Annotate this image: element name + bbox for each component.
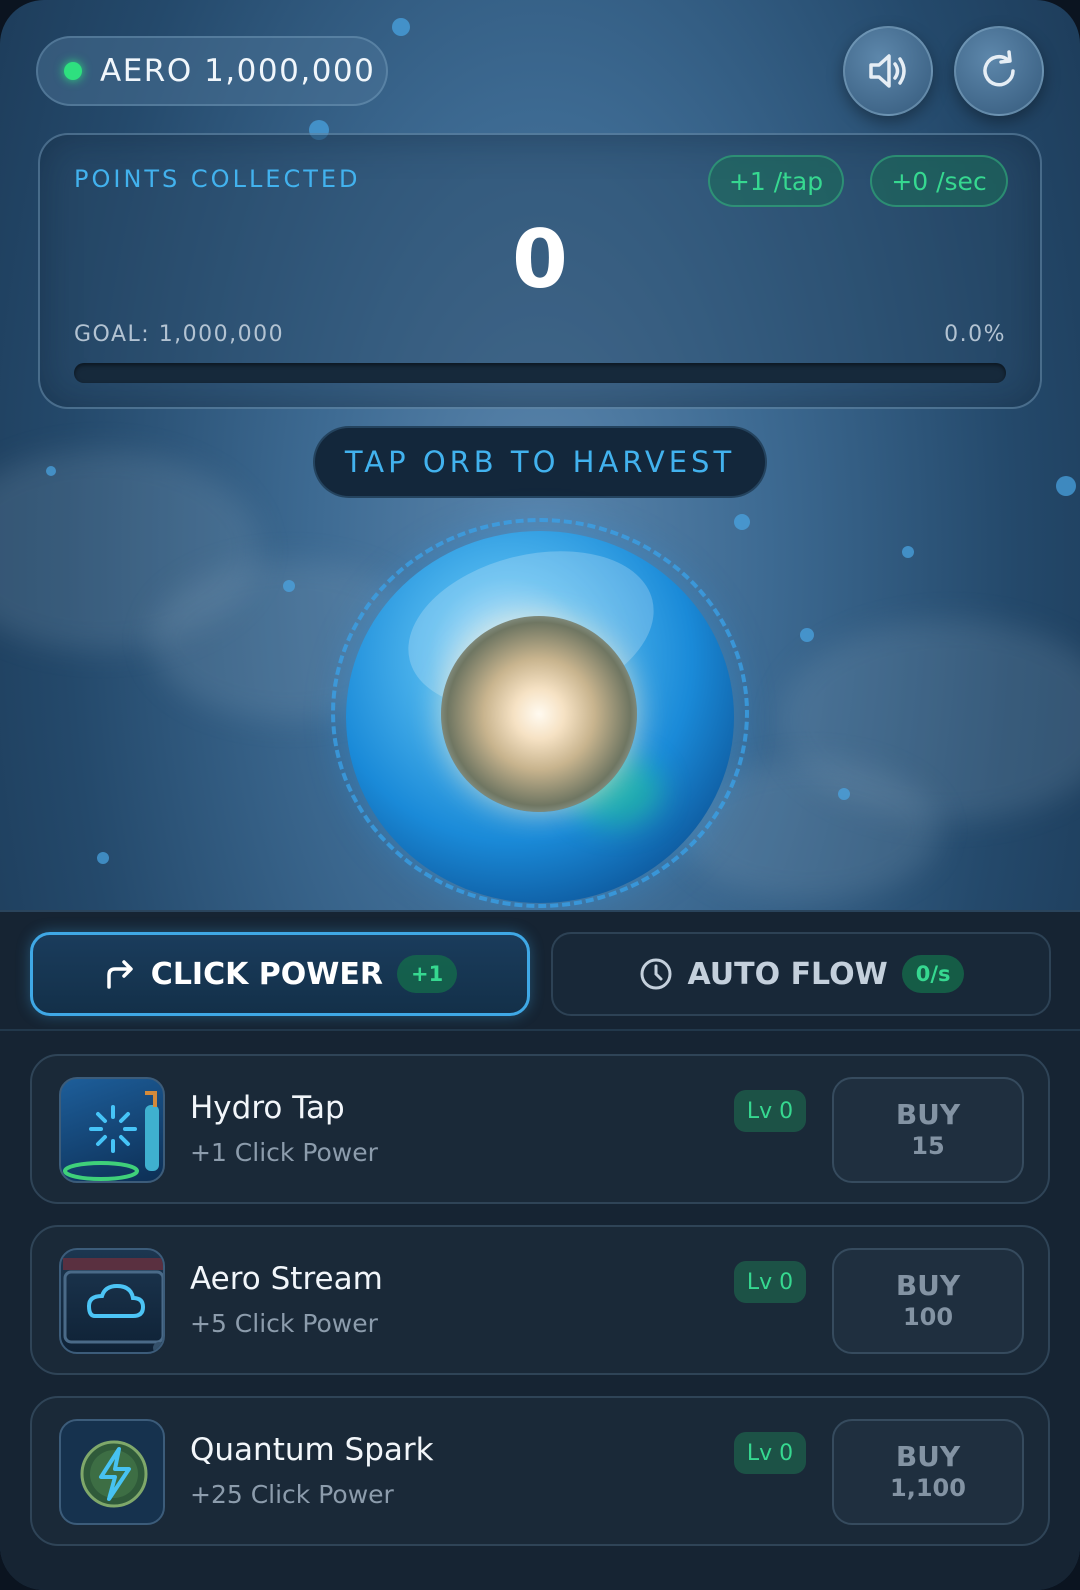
particle	[734, 514, 750, 530]
buy-label: BUY	[895, 1098, 961, 1131]
tab-auto-flow-label: AUTO FLOW	[687, 956, 888, 992]
buy-label: BUY	[895, 1269, 961, 1302]
progress-percent: 0.0%	[944, 322, 1006, 347]
tab-auto-flow-badge: 0/s	[901, 955, 965, 993]
tab-click-power[interactable]: CLICK POWER +1	[30, 932, 530, 1016]
buy-cost: 15	[911, 1132, 945, 1160]
particle	[46, 466, 56, 476]
progress-bar	[74, 363, 1006, 383]
level-badge: Lv 0	[734, 1090, 806, 1132]
sound-button[interactable]	[843, 26, 933, 116]
particle	[1056, 476, 1076, 496]
level-badge: Lv 0	[734, 1432, 806, 1474]
upgrade-card-quantum-spark: Quantum Spark +25 Click Power Lv 0 BUY 1…	[30, 1396, 1050, 1546]
points-label: POINTS COLLECTED	[74, 165, 361, 193]
particle	[283, 580, 295, 592]
upgrade-panel: CLICK POWER +1 AUTO FLOW 0/s Hydro Tap +…	[0, 910, 1080, 1590]
per-sec-badge: +0 /sec	[870, 155, 1008, 207]
balance-text: AERO 1,000,000	[100, 53, 376, 89]
upgrade-card-hydro-tap: Hydro Tap +1 Click Power Lv 0 BUY 15	[30, 1054, 1050, 1204]
particle	[392, 18, 410, 36]
per-tap-badge: +1 /tap	[708, 155, 844, 207]
clock-icon	[640, 958, 671, 990]
speaker-icon	[869, 54, 906, 88]
status-dot	[64, 62, 82, 80]
upgrade-name: Hydro Tap	[190, 1090, 345, 1126]
tap-hint: TAP ORB TO HARVEST	[313, 426, 767, 498]
harvest-orb[interactable]	[346, 526, 734, 903]
particle	[902, 546, 914, 558]
buy-cost: 1,100	[890, 1474, 966, 1502]
balance-pill: AERO 1,000,000	[36, 36, 388, 106]
cloud-icon	[59, 1248, 165, 1354]
orb-core	[441, 616, 637, 812]
points-value: 0	[512, 213, 568, 306]
tab-click-power-label: CLICK POWER	[150, 956, 383, 992]
buy-cost: 100	[902, 1303, 954, 1331]
level-badge: Lv 0	[734, 1261, 806, 1303]
lightning-icon	[59, 1419, 165, 1525]
buy-hydro-tap-button[interactable]: BUY 15	[832, 1077, 1024, 1183]
upgrade-name: Quantum Spark	[190, 1432, 434, 1468]
tab-auto-flow[interactable]: AUTO FLOW 0/s	[551, 932, 1051, 1016]
tab-click-power-badge: +1	[396, 955, 458, 993]
upgrade-desc: +25 Click Power	[190, 1480, 394, 1509]
clicker-app: AERO 1,000,000 POINTS COLLECTED +1 /tap …	[0, 0, 1080, 1590]
upgrade-name: Aero Stream	[190, 1261, 383, 1297]
refresh-icon	[983, 50, 1015, 87]
goal-label: GOAL: 1,000,000	[74, 322, 285, 347]
buy-aero-stream-button[interactable]: BUY 100	[832, 1248, 1024, 1354]
divider	[0, 1029, 1080, 1031]
redo-arrow-icon	[107, 960, 133, 989]
points-card: POINTS COLLECTED +1 /tap +0 /sec 0 GOAL:…	[38, 133, 1042, 409]
particle	[800, 628, 814, 642]
buy-quantum-spark-button[interactable]: BUY 1,100	[832, 1419, 1024, 1525]
reset-button[interactable]	[954, 26, 1044, 116]
particle	[97, 852, 109, 864]
upgrade-desc: +5 Click Power	[190, 1309, 378, 1338]
particle	[838, 788, 850, 800]
upgrade-card-aero-stream: Aero Stream +5 Click Power Lv 0 BUY 100	[30, 1225, 1050, 1375]
hydro-tap-icon	[59, 1077, 165, 1183]
upgrade-desc: +1 Click Power	[190, 1138, 378, 1167]
buy-label: BUY	[895, 1440, 961, 1473]
